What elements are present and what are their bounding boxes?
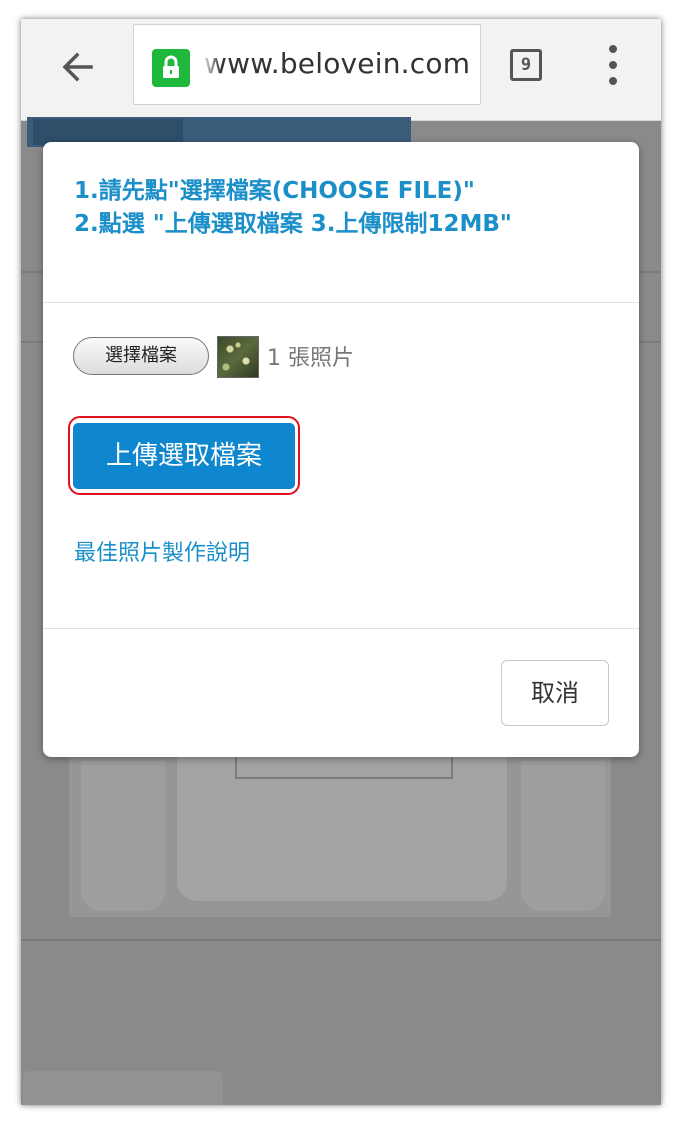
address-bar[interactable]: www.belovein.com: [133, 24, 481, 105]
dialog-divider: [43, 302, 639, 303]
choose-file-button[interactable]: 選擇檔案: [73, 337, 209, 375]
instructions: 1.請先點"選擇檔案(CHOOSE FILE)" 2.點選 "上傳選取檔案 3.…: [74, 175, 512, 241]
bottom-tab: [23, 1071, 223, 1105]
upload-dialog: 1.請先點"選擇檔案(CHOOSE FILE)" 2.點選 "上傳選取檔案 3.…: [43, 142, 639, 757]
back-button[interactable]: [57, 45, 101, 89]
photo-guide-link[interactable]: 最佳照片製作說明: [74, 535, 250, 567]
dialog-divider: [43, 628, 639, 629]
photo-thumbnail: [217, 336, 259, 378]
browser-toolbar: www.belovein.com 9: [21, 19, 661, 121]
url-text: www.belovein.com: [204, 47, 471, 80]
divider: [21, 939, 661, 941]
lock-icon: [152, 49, 190, 87]
shirt-sleeve-left: [81, 761, 165, 911]
instruction-line-1: 1.請先點"選擇檔案(CHOOSE FILE)": [74, 178, 475, 204]
more-vertical-icon[interactable]: [603, 45, 623, 85]
cancel-button[interactable]: 取消: [501, 660, 609, 726]
arrow-left-icon: [62, 52, 93, 82]
file-count: 1 張照片: [267, 346, 354, 371]
upload-button[interactable]: 上傳選取檔案: [73, 423, 295, 489]
shirt-sleeve-right: [521, 761, 605, 911]
tabs-counter-icon[interactable]: 9: [510, 49, 542, 81]
instruction-line-2: 2.點選 "上傳選取檔案 3.上傳限制12MB": [74, 211, 512, 237]
url-fade: [200, 39, 222, 89]
